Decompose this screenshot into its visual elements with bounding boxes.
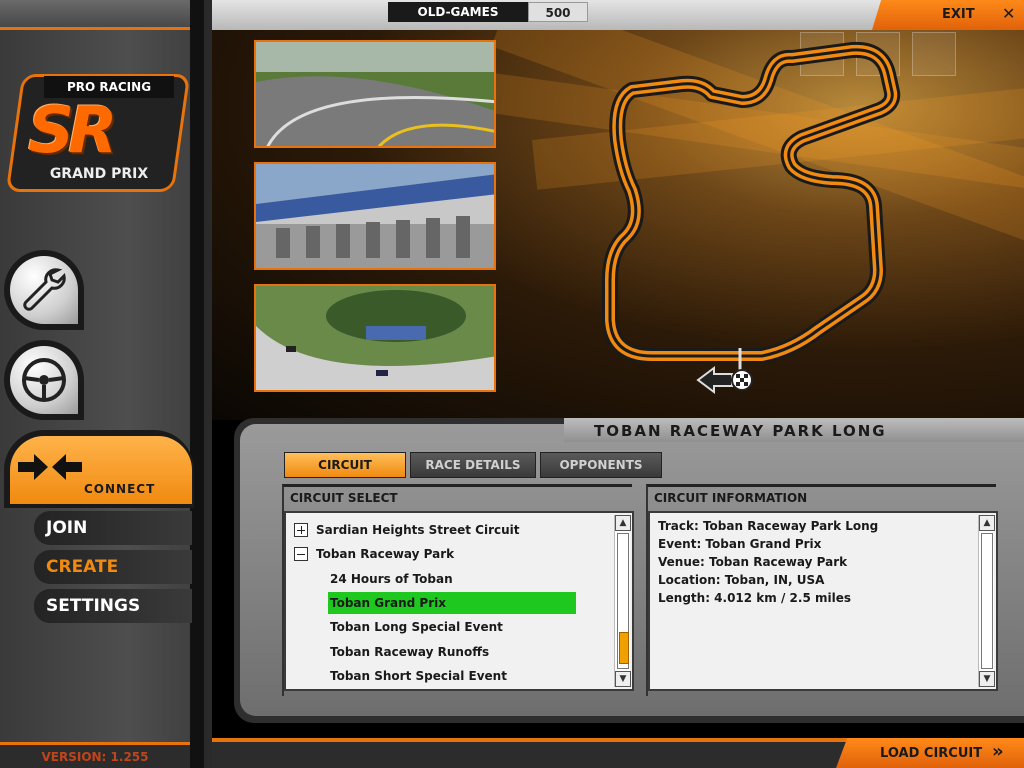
track-map xyxy=(602,41,901,394)
sidebar-divider-inner xyxy=(204,0,212,768)
circuit-select-header: CIRCUIT SELECT xyxy=(290,491,398,505)
sidebar: PRO RACING SR GRAND PRIX CONNECT JOIN CR… xyxy=(0,0,212,768)
site-tag: OLD-GAMES xyxy=(388,2,528,22)
double-chevron-right-icon: » xyxy=(992,741,1004,762)
checkered-flag-icon xyxy=(731,369,753,391)
circuit-select-section: CIRCUIT SELECT Sardian Heights Street Ci… xyxy=(282,484,634,696)
list-item-label: Toban Raceway Park xyxy=(316,547,455,561)
steering-wheel-icon xyxy=(22,358,66,402)
circuit-info-header: CIRCUIT INFORMATION xyxy=(654,491,808,505)
scroll-track[interactable] xyxy=(981,533,993,669)
connect-button[interactable]: CONNECT xyxy=(4,430,194,508)
list-item-label: Sardian Heights Street Circuit xyxy=(316,523,520,537)
list-item-selected[interactable]: Toban Grand Prix xyxy=(328,592,576,614)
game-logo: PRO RACING SR GRAND PRIX xyxy=(5,74,191,192)
list-item[interactable]: 24 Hours of Toban xyxy=(328,568,576,590)
logo-sub-text: GRAND PRIX xyxy=(49,166,149,182)
logo-big-text: SR xyxy=(28,94,117,168)
load-circuit-label: LOAD CIRCUIT xyxy=(880,746,983,761)
circuit-list: Sardian Heights Street Circuit Toban Rac… xyxy=(284,511,634,691)
info-scrollbar[interactable]: ▲ ▼ xyxy=(978,515,995,687)
arrows-converge-icon xyxy=(18,454,82,480)
list-item[interactable]: Toban Short Special Event xyxy=(328,665,576,687)
info-length: Length: 4.012 km / 2.5 miles xyxy=(658,591,851,605)
version-label: VERSION: 1.255 xyxy=(0,742,190,768)
scroll-up-icon[interactable]: ▲ xyxy=(615,515,631,531)
load-circuit-button[interactable]: LOAD CIRCUIT » xyxy=(836,738,1024,768)
scroll-down-icon[interactable]: ▼ xyxy=(979,671,995,687)
tab-opponents[interactable]: OPPONENTS xyxy=(540,452,662,478)
info-venue: Venue: Toban Raceway Park xyxy=(658,555,848,569)
circuit-info-box: Track: Toban Raceway Park Long Event: To… xyxy=(648,511,998,691)
track-name-title: TOBAN RACEWAY PARK LONG xyxy=(594,422,887,440)
menu-join[interactable]: JOIN xyxy=(34,511,192,545)
tab-circuit[interactable]: CIRCUIT xyxy=(284,452,406,478)
list-item[interactable]: Sardian Heights Street Circuit xyxy=(292,519,612,541)
site-count: 500 xyxy=(528,2,588,22)
driving-button[interactable] xyxy=(4,340,84,420)
scroll-track[interactable] xyxy=(617,533,629,669)
sidebar-divider xyxy=(190,0,204,768)
close-icon: ✕ xyxy=(1002,4,1016,23)
menu-settings[interactable]: SETTINGS xyxy=(34,589,192,623)
track-photo-2 xyxy=(254,162,496,270)
list-item[interactable]: Toban Raceway Park xyxy=(292,543,612,565)
track-photo-3 xyxy=(254,284,496,392)
tab-race-details[interactable]: RACE DETAILS xyxy=(410,452,536,478)
track-preview-stage xyxy=(212,30,1024,420)
arrow-left-icon xyxy=(696,366,733,394)
circuit-list-scrollbar[interactable]: ▲ ▼ xyxy=(614,515,631,687)
expand-icon[interactable] xyxy=(294,523,308,537)
info-track: Track: Toban Raceway Park Long xyxy=(658,519,879,533)
list-item[interactable]: Toban Raceway Runoffs xyxy=(328,641,576,663)
wrench-icon xyxy=(23,268,66,311)
info-location: Location: Toban, IN, USA xyxy=(658,573,825,587)
scroll-up-icon[interactable]: ▲ xyxy=(979,515,995,531)
scroll-thumb[interactable] xyxy=(619,632,629,664)
setup-button[interactable] xyxy=(4,250,84,330)
exit-button[interactable]: EXIT ✕ xyxy=(872,0,1024,30)
info-event: Event: Toban Grand Prix xyxy=(658,537,822,551)
list-item[interactable]: Toban Long Special Event xyxy=(328,616,576,638)
track-photo-1 xyxy=(254,40,496,148)
menu-create[interactable]: CREATE xyxy=(34,550,192,584)
circuit-info-section: CIRCUIT INFORMATION Track: Toban Raceway… xyxy=(646,484,998,696)
sidebar-top-band xyxy=(0,0,190,30)
collapse-icon[interactable] xyxy=(294,547,308,561)
connect-label: CONNECT xyxy=(84,482,156,496)
exit-label: EXIT xyxy=(942,7,975,22)
scroll-down-icon[interactable]: ▼ xyxy=(615,671,631,687)
